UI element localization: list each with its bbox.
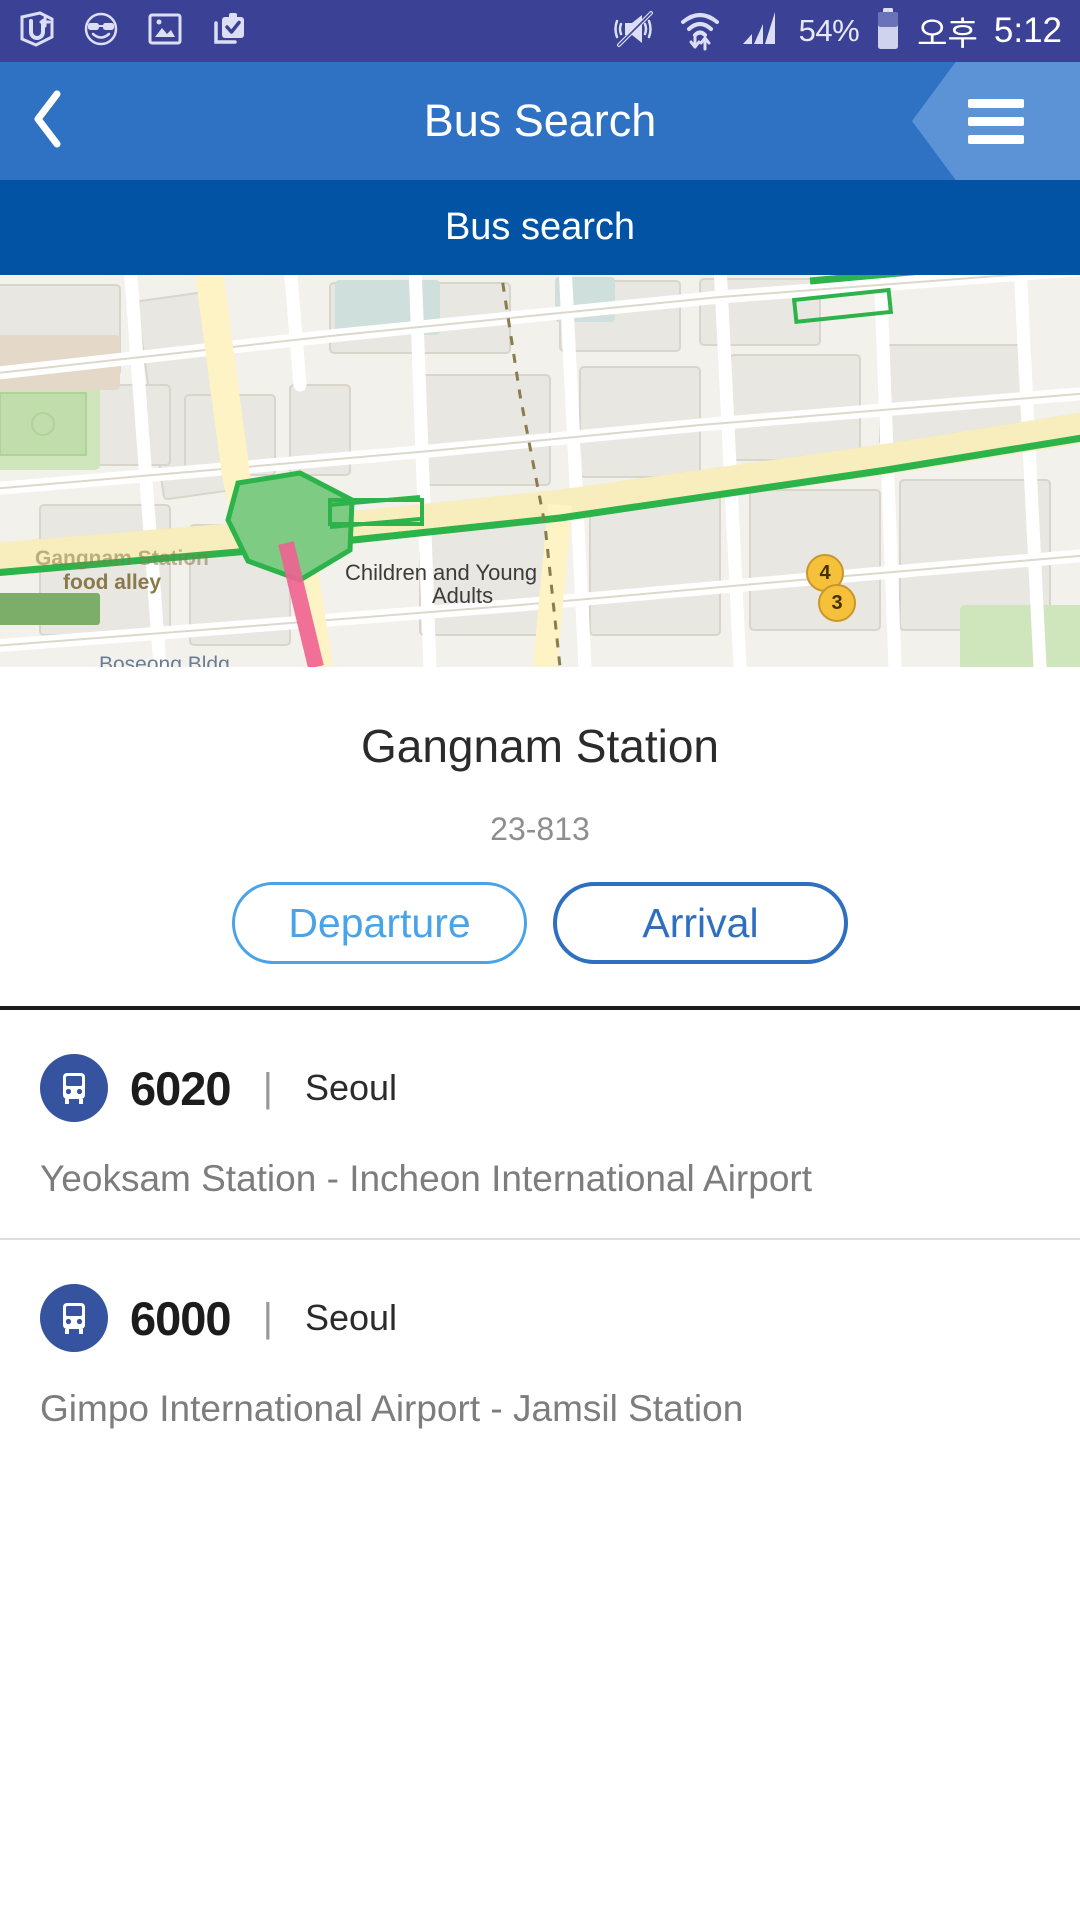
bus-icon (40, 1284, 108, 1352)
bus-region: Seoul (304, 1067, 398, 1108)
status-bar: 54% 오후 5:12 (0, 0, 1080, 62)
mute-vibrate-icon (611, 7, 661, 56)
wifi-data-transfer-icon (677, 6, 723, 57)
bus-route: Gimpo International Airport - Jamsil Sta… (40, 1388, 744, 1429)
cellular-signal-icon (739, 8, 783, 55)
arrival-button[interactable]: Arrival (553, 882, 848, 964)
bus-item-header: 6000 | Seoul (40, 1284, 1040, 1352)
app-root: 54% 오후 5:12 Bus Search Bus search Gangna… (0, 0, 1080, 1920)
bus-number: 6020 (130, 1061, 232, 1115)
status-bar-right-icons: 54% 오후 5:12 (611, 6, 1062, 57)
bus-separator: | (262, 1065, 273, 1110)
clipboard-check-icon (210, 10, 248, 53)
sunglasses-smiley-icon (82, 10, 120, 53)
battery-percent-label: 54% (798, 13, 860, 48)
bus-item-header: 6020 | Seoul (40, 1054, 1040, 1122)
bus-list-item[interactable]: 6020 | Seoul Yeoksam Station - Incheon I… (0, 1010, 1080, 1238)
station-name: Gangnam Station (360, 720, 719, 772)
departure-button[interactable]: Departure (232, 882, 527, 964)
bus-list-item[interactable]: 6000 | Seoul Gimpo International Airport… (0, 1238, 1080, 1468)
status-bar-left-icons (18, 10, 248, 53)
map-stop-pin[interactable]: 3 (818, 584, 856, 622)
battery-icon (875, 7, 901, 56)
bus-region: Seoul (304, 1297, 398, 1338)
gallery-image-icon (146, 10, 184, 53)
bus-separator: | (262, 1295, 273, 1340)
app-bar: Bus Search (0, 62, 1080, 180)
bus-result-list: 6020 | Seoul Yeoksam Station - Incheon I… (0, 1010, 1080, 1468)
bus-number: 6000 (130, 1291, 232, 1345)
chevron-left-icon (27, 88, 69, 155)
map-view[interactable]: Gangnam Station food alley Children and … (0, 275, 1080, 667)
station-id: 23-813 (490, 811, 590, 847)
hamburger-menu-icon (968, 90, 1024, 153)
u-plus-app-icon (18, 10, 56, 53)
status-bar-ampm: 오후 (917, 15, 978, 52)
bus-route: Yeoksam Station - Incheon International … (40, 1158, 812, 1199)
back-button[interactable] (0, 62, 96, 180)
hamburger-menu-button[interactable] (912, 62, 1080, 180)
mode-toggle-group: Departure Arrival (0, 882, 1080, 1006)
station-info-block: Gangnam Station 23-813 Departure Arrival (0, 667, 1080, 1006)
bus-icon (40, 1054, 108, 1122)
sub-header-label: Bus search (444, 206, 636, 248)
status-bar-clock: 5:12 (993, 11, 1062, 50)
map-canvas (0, 275, 1080, 667)
sub-header-bar: Bus search (0, 180, 1080, 275)
